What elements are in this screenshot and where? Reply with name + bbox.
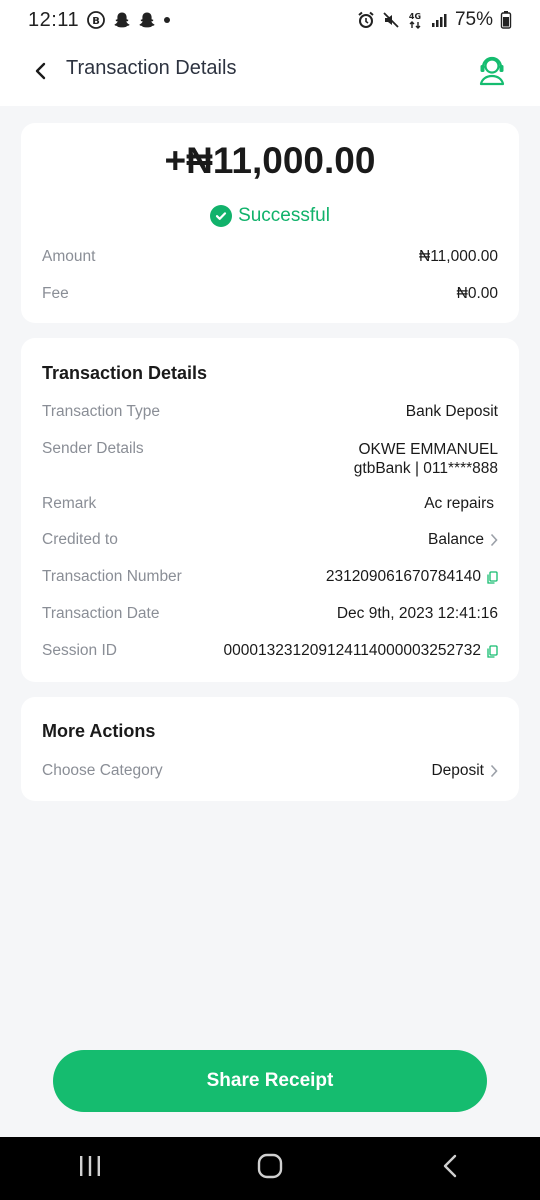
sender-bank: gtbBank | 011****888	[353, 460, 498, 477]
remark-label: Remark	[42, 495, 97, 512]
remark-value: Ac repairs	[424, 495, 494, 512]
transaction-date-label: Transaction Date	[42, 605, 160, 622]
sender-name: OKWE EMMANUEL	[358, 441, 498, 458]
share-receipt-button[interactable]: Share Receipt	[53, 1050, 487, 1112]
credited-to-label: Credited to	[42, 531, 118, 548]
amount-row: Amount ₦11,000.00	[42, 248, 498, 266]
signal-icon	[430, 11, 448, 29]
support-agent-icon	[477, 54, 507, 91]
home-icon	[257, 1153, 283, 1184]
system-nav-bar	[0, 1137, 540, 1200]
session-id-value: 000013231209124114000003252732	[224, 642, 498, 660]
chevron-left-icon	[34, 62, 48, 85]
back-nav-button[interactable]	[420, 1144, 480, 1194]
home-button[interactable]	[240, 1144, 300, 1194]
details-section-title: Transaction Details	[42, 363, 208, 383]
recent-apps-icon	[78, 1155, 102, 1182]
transaction-date-value: Dec 9th, 2023 12:41:16	[336, 605, 498, 622]
transaction-number-text: 231209061670784140	[325, 568, 481, 585]
chevron-right-icon	[490, 533, 498, 547]
status-bar: 12:11 B 4G 75%	[0, 0, 540, 40]
bixby-icon: B	[86, 10, 106, 30]
mute-icon	[382, 11, 400, 29]
network-4g-icon: 4G	[407, 10, 423, 30]
status-right: 4G 75%	[357, 9, 512, 31]
back-icon	[442, 1154, 458, 1183]
sender-details-label: Sender Details	[42, 440, 144, 457]
credited-to-value[interactable]: Balance	[428, 531, 498, 549]
more-actions-card	[21, 697, 519, 801]
copy-icon[interactable]	[487, 644, 498, 658]
transaction-amount: +₦11,000.00	[164, 140, 376, 181]
transaction-type-row: Transaction Type Bank Deposit	[42, 403, 498, 421]
choose-category-value[interactable]: Deposit	[431, 762, 498, 780]
alarm-icon	[357, 11, 375, 29]
status-badge: Successful	[0, 205, 540, 227]
snapchat-icon	[138, 11, 156, 29]
app-header: Transaction Details	[0, 40, 540, 106]
choose-category-label: Choose Category	[42, 762, 163, 779]
recent-apps-button[interactable]	[60, 1144, 120, 1194]
transaction-number-value: 231209061670784140	[326, 568, 498, 586]
amount-value: ₦11,000.00	[419, 248, 498, 265]
transaction-number-row: Transaction Number 231209061670784140	[42, 568, 498, 586]
status-left: 12:11 B	[28, 9, 171, 32]
fee-label: Fee	[42, 285, 69, 302]
check-circle-icon	[210, 205, 233, 227]
transaction-type-value: Bank Deposit	[405, 403, 498, 420]
transaction-date-row: Transaction Date Dec 9th, 2023 12:41:16	[42, 605, 498, 623]
remark-row: Remark Ac repairs	[42, 495, 498, 513]
choose-category-row[interactable]: Choose Category Deposit	[42, 762, 498, 780]
amount-label: Amount	[42, 248, 96, 265]
fee-row: Fee ₦0.00	[42, 285, 498, 303]
copy-icon[interactable]	[487, 570, 498, 584]
notification-dot-icon	[163, 16, 171, 24]
transaction-type-label: Transaction Type	[42, 403, 161, 420]
status-text: Successful	[238, 205, 330, 226]
snapchat-icon	[113, 11, 131, 29]
battery-percentage: 75%	[454, 9, 493, 30]
page-title: Transaction Details	[66, 57, 237, 79]
more-actions-title: More Actions	[42, 721, 156, 741]
sender-details-value: OKWE EMMANUEL gtbBank | 011****888	[354, 440, 498, 478]
support-button[interactable]	[476, 54, 508, 90]
chevron-right-icon	[490, 764, 498, 778]
credited-to-text: Balance	[427, 531, 484, 548]
transaction-number-label: Transaction Number	[42, 568, 182, 585]
session-id-label: Session ID	[42, 642, 117, 659]
status-time: 12:11	[28, 8, 80, 31]
session-id-row: Session ID 00001323120912411400000325273…	[42, 642, 498, 660]
credited-to-row[interactable]: Credited to Balance	[42, 531, 498, 549]
category-text: Deposit	[431, 762, 484, 779]
svg-text:4G: 4G	[409, 12, 421, 21]
sender-details-row: Sender Details OKWE EMMANUEL gtbBank | 0…	[42, 440, 498, 478]
battery-icon	[500, 10, 512, 30]
session-id-text: 000013231209124114000003252732	[223, 642, 481, 659]
back-button[interactable]	[26, 58, 56, 88]
fee-value: ₦0.00	[456, 285, 498, 302]
svg-text:B: B	[92, 16, 100, 27]
